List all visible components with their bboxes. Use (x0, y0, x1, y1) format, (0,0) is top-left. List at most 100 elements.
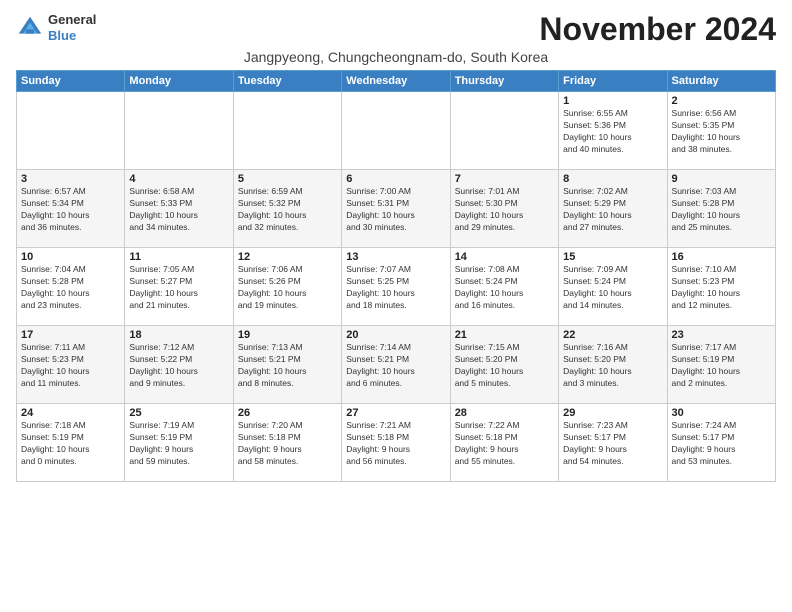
table-row: 11Sunrise: 7:05 AM Sunset: 5:27 PM Dayli… (125, 248, 233, 326)
table-row: 23Sunrise: 7:17 AM Sunset: 5:19 PM Dayli… (667, 326, 775, 404)
table-row: 27Sunrise: 7:21 AM Sunset: 5:18 PM Dayli… (342, 404, 450, 482)
day-number: 25 (129, 407, 228, 419)
day-number: 2 (672, 95, 771, 107)
table-row: 6Sunrise: 7:00 AM Sunset: 5:31 PM Daylig… (342, 170, 450, 248)
day-info: Sunrise: 7:02 AM Sunset: 5:29 PM Dayligh… (563, 186, 662, 234)
day-number: 10 (21, 251, 120, 263)
calendar-header-row: Sunday Monday Tuesday Wednesday Thursday… (17, 71, 776, 92)
table-row: 9Sunrise: 7:03 AM Sunset: 5:28 PM Daylig… (667, 170, 775, 248)
table-row: 21Sunrise: 7:15 AM Sunset: 5:20 PM Dayli… (450, 326, 558, 404)
day-number: 4 (129, 173, 228, 185)
day-info: Sunrise: 6:58 AM Sunset: 5:33 PM Dayligh… (129, 186, 228, 234)
day-info: Sunrise: 7:04 AM Sunset: 5:28 PM Dayligh… (21, 264, 120, 312)
day-number: 12 (238, 251, 337, 263)
day-info: Sunrise: 7:13 AM Sunset: 5:21 PM Dayligh… (238, 342, 337, 390)
day-info: Sunrise: 7:17 AM Sunset: 5:19 PM Dayligh… (672, 342, 771, 390)
day-info: Sunrise: 7:10 AM Sunset: 5:23 PM Dayligh… (672, 264, 771, 312)
day-number: 3 (21, 173, 120, 185)
day-number: 29 (563, 407, 662, 419)
calendar-week-row: 17Sunrise: 7:11 AM Sunset: 5:23 PM Dayli… (17, 326, 776, 404)
day-info: Sunrise: 7:00 AM Sunset: 5:31 PM Dayligh… (346, 186, 445, 234)
table-row: 19Sunrise: 7:13 AM Sunset: 5:21 PM Dayli… (233, 326, 341, 404)
day-number: 24 (21, 407, 120, 419)
day-info: Sunrise: 7:20 AM Sunset: 5:18 PM Dayligh… (238, 420, 337, 468)
table-row (342, 92, 450, 170)
day-info: Sunrise: 7:01 AM Sunset: 5:30 PM Dayligh… (455, 186, 554, 234)
day-info: Sunrise: 7:09 AM Sunset: 5:24 PM Dayligh… (563, 264, 662, 312)
table-row: 2Sunrise: 6:56 AM Sunset: 5:35 PM Daylig… (667, 92, 775, 170)
day-number: 16 (672, 251, 771, 263)
col-tuesday: Tuesday (233, 71, 341, 92)
month-title: November 2024 (539, 12, 776, 47)
day-info: Sunrise: 7:11 AM Sunset: 5:23 PM Dayligh… (21, 342, 120, 390)
table-row: 17Sunrise: 7:11 AM Sunset: 5:23 PM Dayli… (17, 326, 125, 404)
calendar-week-row: 1Sunrise: 6:55 AM Sunset: 5:36 PM Daylig… (17, 92, 776, 170)
day-number: 1 (563, 95, 662, 107)
day-number: 7 (455, 173, 554, 185)
col-saturday: Saturday (667, 71, 775, 92)
col-monday: Monday (125, 71, 233, 92)
calendar-week-row: 24Sunrise: 7:18 AM Sunset: 5:19 PM Dayli… (17, 404, 776, 482)
day-info: Sunrise: 7:24 AM Sunset: 5:17 PM Dayligh… (672, 420, 771, 468)
table-row (125, 92, 233, 170)
table-row: 24Sunrise: 7:18 AM Sunset: 5:19 PM Dayli… (17, 404, 125, 482)
day-number: 22 (563, 329, 662, 341)
page-container: General Blue November 2024 Jangpyeong, C… (0, 0, 792, 490)
day-number: 11 (129, 251, 228, 263)
day-info: Sunrise: 7:16 AM Sunset: 5:20 PM Dayligh… (563, 342, 662, 390)
table-row: 15Sunrise: 7:09 AM Sunset: 5:24 PM Dayli… (559, 248, 667, 326)
day-number: 19 (238, 329, 337, 341)
day-number: 18 (129, 329, 228, 341)
logo: General Blue (16, 12, 96, 43)
day-number: 9 (672, 173, 771, 185)
table-row: 30Sunrise: 7:24 AM Sunset: 5:17 PM Dayli… (667, 404, 775, 482)
col-friday: Friday (559, 71, 667, 92)
day-number: 26 (238, 407, 337, 419)
table-row: 13Sunrise: 7:07 AM Sunset: 5:25 PM Dayli… (342, 248, 450, 326)
day-number: 30 (672, 407, 771, 419)
day-info: Sunrise: 7:08 AM Sunset: 5:24 PM Dayligh… (455, 264, 554, 312)
table-row: 16Sunrise: 7:10 AM Sunset: 5:23 PM Dayli… (667, 248, 775, 326)
col-thursday: Thursday (450, 71, 558, 92)
table-row: 22Sunrise: 7:16 AM Sunset: 5:20 PM Dayli… (559, 326, 667, 404)
table-row: 10Sunrise: 7:04 AM Sunset: 5:28 PM Dayli… (17, 248, 125, 326)
logo-icon (16, 14, 44, 42)
day-info: Sunrise: 6:55 AM Sunset: 5:36 PM Dayligh… (563, 108, 662, 156)
day-number: 27 (346, 407, 445, 419)
table-row: 3Sunrise: 6:57 AM Sunset: 5:34 PM Daylig… (17, 170, 125, 248)
table-row: 1Sunrise: 6:55 AM Sunset: 5:36 PM Daylig… (559, 92, 667, 170)
table-row: 5Sunrise: 6:59 AM Sunset: 5:32 PM Daylig… (233, 170, 341, 248)
day-info: Sunrise: 7:07 AM Sunset: 5:25 PM Dayligh… (346, 264, 445, 312)
day-number: 28 (455, 407, 554, 419)
table-row: 26Sunrise: 7:20 AM Sunset: 5:18 PM Dayli… (233, 404, 341, 482)
table-row: 28Sunrise: 7:22 AM Sunset: 5:18 PM Dayli… (450, 404, 558, 482)
day-number: 5 (238, 173, 337, 185)
table-row: 7Sunrise: 7:01 AM Sunset: 5:30 PM Daylig… (450, 170, 558, 248)
table-row: 29Sunrise: 7:23 AM Sunset: 5:17 PM Dayli… (559, 404, 667, 482)
day-number: 17 (21, 329, 120, 341)
day-number: 21 (455, 329, 554, 341)
day-number: 15 (563, 251, 662, 263)
calendar-week-row: 3Sunrise: 6:57 AM Sunset: 5:34 PM Daylig… (17, 170, 776, 248)
day-info: Sunrise: 7:03 AM Sunset: 5:28 PM Dayligh… (672, 186, 771, 234)
title-block: November 2024 (539, 12, 776, 47)
day-info: Sunrise: 7:05 AM Sunset: 5:27 PM Dayligh… (129, 264, 228, 312)
col-wednesday: Wednesday (342, 71, 450, 92)
day-info: Sunrise: 7:23 AM Sunset: 5:17 PM Dayligh… (563, 420, 662, 468)
header: General Blue November 2024 (16, 12, 776, 47)
day-number: 8 (563, 173, 662, 185)
table-row: 8Sunrise: 7:02 AM Sunset: 5:29 PM Daylig… (559, 170, 667, 248)
day-info: Sunrise: 7:14 AM Sunset: 5:21 PM Dayligh… (346, 342, 445, 390)
table-row (233, 92, 341, 170)
day-number: 20 (346, 329, 445, 341)
calendar-table: Sunday Monday Tuesday Wednesday Thursday… (16, 70, 776, 482)
day-number: 6 (346, 173, 445, 185)
day-info: Sunrise: 7:21 AM Sunset: 5:18 PM Dayligh… (346, 420, 445, 468)
day-info: Sunrise: 7:22 AM Sunset: 5:18 PM Dayligh… (455, 420, 554, 468)
day-info: Sunrise: 6:57 AM Sunset: 5:34 PM Dayligh… (21, 186, 120, 234)
day-info: Sunrise: 7:18 AM Sunset: 5:19 PM Dayligh… (21, 420, 120, 468)
table-row: 4Sunrise: 6:58 AM Sunset: 5:33 PM Daylig… (125, 170, 233, 248)
table-row: 12Sunrise: 7:06 AM Sunset: 5:26 PM Dayli… (233, 248, 341, 326)
logo-text: General Blue (48, 12, 96, 43)
table-row (450, 92, 558, 170)
